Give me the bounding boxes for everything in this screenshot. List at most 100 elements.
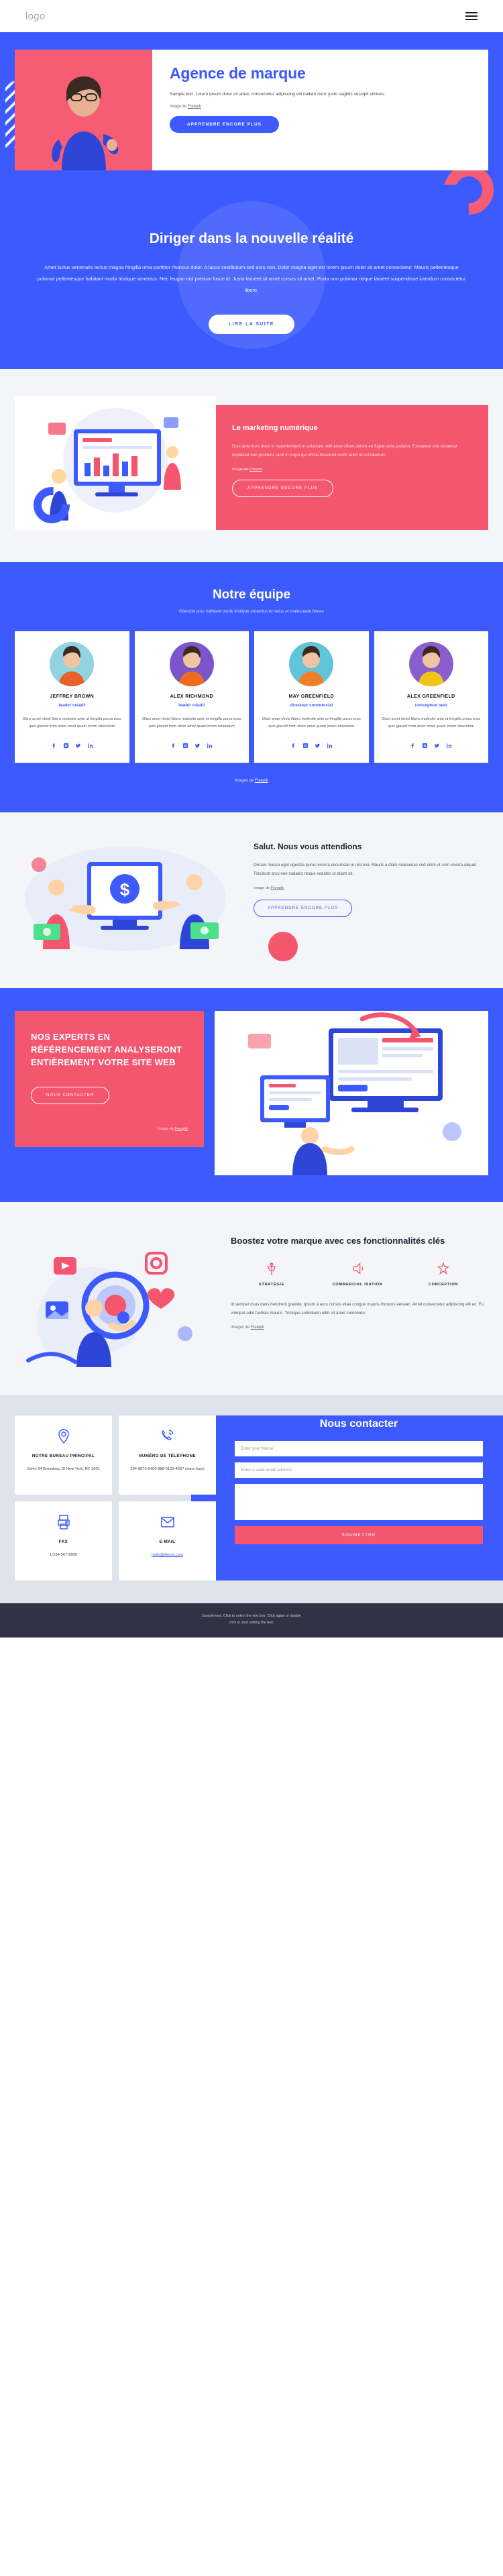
- phone-icon: [124, 1426, 211, 1446]
- member-role: directeur commercial: [290, 703, 333, 708]
- pink-circle-decoration: [268, 932, 298, 962]
- web-analytics-illustration: [248, 1012, 461, 1176]
- hero-image-credit: Image de Freepik: [170, 105, 473, 109]
- hero-photo: [15, 50, 152, 170]
- credit-link[interactable]: Freepik: [249, 468, 262, 472]
- greeting-section: $ Salut. Nous vous attendions Ornare mas…: [0, 812, 503, 989]
- member-bio: Glavi amet ritnisl libero molestie ante …: [22, 717, 121, 729]
- team-member-card: ALEX GREENFIELD concepteur web Glavi ame…: [374, 631, 488, 763]
- top-navigation-bar: logo: [0, 0, 503, 32]
- greeting-paragraph: Ornare massa eget egestas purus viverra …: [254, 863, 478, 876]
- team-member-card: ALEX RICHMOND leader créatif Glavi amet …: [134, 631, 249, 763]
- marketing-title: Le marketing numérique: [232, 424, 318, 433]
- feature-label: CONCEPTION: [428, 1283, 459, 1287]
- feature-label: STRATÉGIE: [259, 1283, 284, 1287]
- seo-image-credit: Image de Freepik: [31, 1127, 188, 1131]
- member-social-links: [140, 740, 244, 752]
- hamburger-icon[interactable]: [465, 12, 478, 20]
- member-name: MAY GREENFIELD: [288, 694, 334, 700]
- page-root: logo Agence de marque Sample text. Lorem…: [0, 0, 503, 1638]
- features-image-credit: Images de Freepik: [231, 1326, 484, 1330]
- avatar: [289, 642, 334, 687]
- team-member-card: JEFFREY BROWN leader créatif Glavi amet …: [15, 631, 129, 763]
- greeting-title: Salut. Nous vous attendions: [254, 842, 362, 852]
- marketing-image-credit: Image de Freepik: [232, 468, 473, 472]
- card-value: 1-234-567-8900: [49, 1553, 78, 1558]
- marketing-section: Le marketing numérique Duis aute irure d…: [0, 369, 503, 563]
- linkedin-icon[interactable]: [446, 740, 452, 752]
- svg-text:$: $: [120, 879, 130, 900]
- features-paragraph: Id semper risus dans hendrerit gravida. …: [231, 1302, 484, 1316]
- card-value-wrap: 234-9876-5400 888-0123-4567 (sans frais): [124, 1466, 211, 1473]
- twitter-icon[interactable]: [194, 740, 201, 752]
- seo-title: NOS EXPERTS EN RÉFÉRENCEMENT ANALYSERONT…: [31, 1032, 182, 1067]
- linkedin-icon[interactable]: [207, 740, 213, 752]
- email-input[interactable]: [235, 1462, 483, 1479]
- instagram-icon[interactable]: [182, 740, 188, 752]
- team-member-card: MAY GREENFIELD directeur commercial Glav…: [254, 631, 369, 763]
- lead-cta-button[interactable]: LIRE LA SUITE: [209, 315, 294, 335]
- lead-title: Diriger dans la nouvelle réalité: [149, 231, 354, 246]
- lead-paragraph: Amet luctus venenatis lectus magna fring…: [37, 264, 466, 294]
- facebook-icon[interactable]: [170, 740, 176, 752]
- marketing-illustration-wrap: [15, 396, 216, 531]
- email-link[interactable]: hello@theme.com: [152, 1553, 183, 1557]
- card-heading: E-MAIL: [159, 1540, 176, 1545]
- credit-prefix: Image de: [254, 886, 271, 891]
- submit-button[interactable]: SOUMETTRE: [235, 1526, 483, 1545]
- strategy-icon: [231, 1260, 313, 1278]
- instagram-icon[interactable]: [63, 740, 69, 752]
- credit-link[interactable]: Freepik: [188, 105, 201, 109]
- site-logo[interactable]: logo: [25, 11, 46, 22]
- features-icon-row: STRATÉGIE COMMERCIAL ISATION CONCEPTION: [231, 1260, 484, 1287]
- credit-link[interactable]: Freepik: [175, 1127, 188, 1131]
- hamburger-line: [465, 15, 478, 17]
- member-role: concepteur web: [414, 703, 447, 708]
- twitter-icon[interactable]: [315, 740, 321, 752]
- name-input[interactable]: [235, 1441, 483, 1457]
- credit-link[interactable]: Freepik: [271, 886, 284, 890]
- money-handshake-illustration: $: [25, 847, 226, 952]
- credit-prefix: Images de: [231, 1326, 251, 1330]
- facebook-icon[interactable]: [51, 740, 57, 752]
- greeting-cta-button[interactable]: APPRENDRE ENCORE PLUS: [254, 900, 353, 918]
- linkedin-icon[interactable]: [327, 740, 333, 752]
- twitter-icon[interactable]: [75, 740, 81, 752]
- lead-section: Diriger dans la nouvelle réalité Amet lu…: [0, 195, 503, 370]
- contact-form: Nous contacter SOUMETTRE: [225, 1415, 488, 1545]
- team-subtitle: Glavrida pour habitant morbi tristique s…: [179, 609, 324, 614]
- printer-icon: [20, 1512, 107, 1532]
- hero-cta-button[interactable]: APPRENDRE ENCORE PLUS: [170, 116, 280, 133]
- social-media-illustration: [26, 1252, 192, 1368]
- hamburger-line: [465, 19, 478, 20]
- features-title: Boostez votre marque avec ces fonctionna…: [231, 1236, 445, 1246]
- greeting-text: Salut. Nous vous attendions Ornare massa…: [236, 835, 488, 962]
- team-grid: JEFFREY BROWN leader créatif Glavi amet …: [0, 631, 503, 763]
- message-textarea[interactable]: [235, 1484, 483, 1521]
- instagram-icon[interactable]: [422, 740, 428, 752]
- card-value-wrap: 1-234-567-8900: [20, 1552, 107, 1559]
- contact-row: NOTRE BUREAU PRINCIPAL SoHo 94 Broadway …: [15, 1415, 488, 1581]
- contact-section: NOTRE BUREAU PRINCIPAL SoHo 94 Broadway …: [0, 1395, 503, 1604]
- member-name: ALEX RICHMOND: [170, 694, 213, 700]
- linkedin-icon[interactable]: [87, 740, 93, 752]
- seo-cta-button[interactable]: NOUS CONTACTER: [31, 1086, 110, 1104]
- features-section: Boostez votre marque avec ces fonctionna…: [0, 1202, 503, 1396]
- page-footer: Sample text. Click to select the text bo…: [0, 1603, 503, 1638]
- facebook-icon[interactable]: [290, 740, 296, 752]
- card-heading: NUMÉRO DE TÉLÉPHONE: [139, 1454, 196, 1459]
- facebook-icon[interactable]: [410, 740, 416, 752]
- credit-link[interactable]: Freepik: [251, 1326, 264, 1330]
- features-illustration-wrap: [15, 1226, 216, 1368]
- marketing-text-panel: Le marketing numérique Duis aute irure d…: [216, 405, 488, 531]
- team-image-credit: Images de Freepik: [0, 779, 503, 783]
- twitter-icon[interactable]: [434, 740, 440, 752]
- hero-title: Agence de marque: [170, 64, 306, 82]
- marketing-row: Le marketing numérique Duis aute irure d…: [15, 396, 488, 531]
- credit-link[interactable]: Freepik: [255, 779, 268, 783]
- instagram-icon[interactable]: [302, 740, 309, 752]
- hero-row: Agence de marque Sample text. Lorem ipsu…: [15, 50, 488, 170]
- marketing-cta-button[interactable]: APPRENDRE ENCORE PLUS: [232, 480, 334, 498]
- hero-section: Agence de marque Sample text. Lorem ipsu…: [0, 32, 503, 215]
- seo-section: NOS EXPERTS EN RÉFÉRENCEMENT ANALYSERONT…: [0, 988, 503, 1203]
